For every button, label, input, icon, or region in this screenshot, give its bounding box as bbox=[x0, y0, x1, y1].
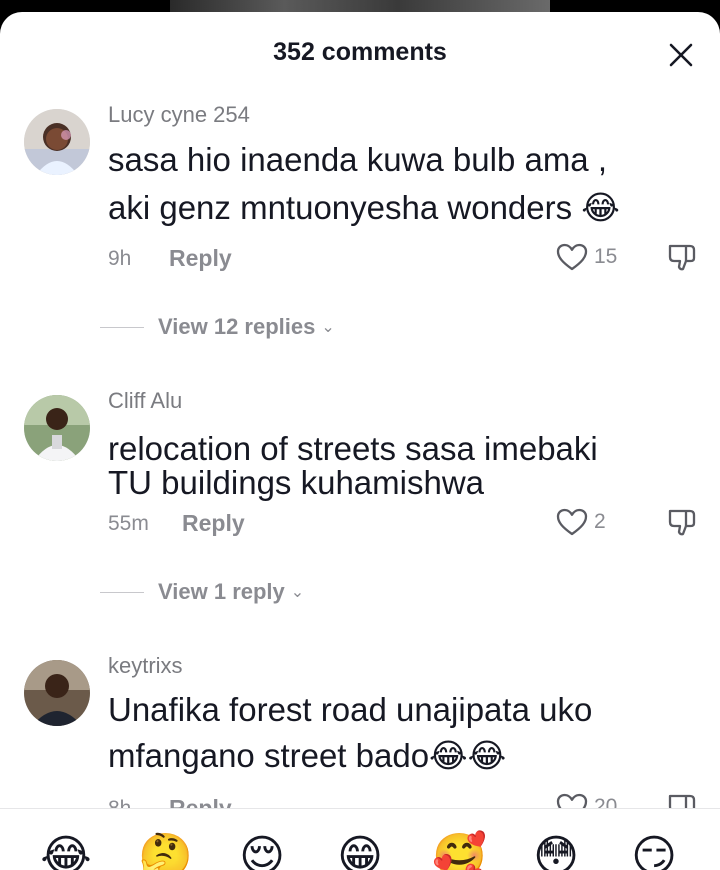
like-button[interactable]: 15 bbox=[556, 242, 617, 272]
emoji-tears-of-joy[interactable]: 😂 bbox=[40, 831, 92, 870]
close-icon bbox=[669, 43, 693, 67]
emoji-smirk[interactable]: 😏 bbox=[628, 831, 680, 870]
comment-text-line: aki genz mntuonyesha wonders 😂 bbox=[108, 189, 620, 226]
avatar[interactable] bbox=[24, 660, 90, 726]
heart-icon bbox=[556, 243, 588, 271]
comment-time: 9h bbox=[108, 247, 132, 270]
view-replies-button[interactable]: View 1 reply ⌄ bbox=[100, 579, 304, 605]
comment-text-line: mfangano street bado😂😂 bbox=[108, 737, 507, 774]
view-replies-label: View 1 reply bbox=[158, 579, 285, 604]
divider-line bbox=[100, 326, 144, 328]
heart-icon bbox=[556, 508, 588, 536]
comment-username[interactable]: Cliff Alu bbox=[108, 388, 182, 414]
dislike-button[interactable] bbox=[666, 242, 698, 274]
emoji-smiling-hearts[interactable]: 🥰 bbox=[432, 831, 487, 870]
reply-button[interactable]: Reply bbox=[169, 245, 232, 272]
comments-sheet: 352 comments Lucy cyne 254 sasa hio inae… bbox=[0, 12, 720, 870]
emoji-grinning[interactable]: 😁 bbox=[334, 831, 386, 870]
chevron-down-icon: ⌄ bbox=[321, 319, 335, 336]
divider-line bbox=[100, 591, 144, 593]
sheet-header: 352 comments bbox=[0, 12, 720, 92]
comment-text: Unafika forest road unajipata uko mfanga… bbox=[108, 690, 698, 776]
comment-username[interactable]: Lucy cyne 254 bbox=[108, 102, 250, 128]
dislike-icon bbox=[668, 244, 696, 271]
like-count: 15 bbox=[594, 245, 618, 268]
dislike-icon bbox=[668, 509, 696, 536]
view-replies-label: View 12 replies bbox=[158, 314, 316, 339]
comment-text: sasa hio inaenda kuwa bulb ama , aki gen… bbox=[108, 140, 698, 228]
avatar[interactable] bbox=[24, 109, 90, 175]
emoji-flushed[interactable]: 😳 bbox=[530, 831, 582, 870]
close-button[interactable] bbox=[666, 40, 696, 70]
comment-text-line: TU buildings kuhamishwa bbox=[108, 464, 485, 501]
comments-count-title: 352 comments bbox=[273, 38, 447, 66]
comment-text-line: Unafika forest road unajipata uko bbox=[108, 691, 593, 728]
chevron-down-icon: ⌄ bbox=[290, 584, 305, 601]
comment-time: 55m bbox=[108, 512, 149, 535]
dislike-button[interactable] bbox=[666, 507, 698, 539]
like-button[interactable]: 2 bbox=[556, 507, 606, 537]
like-count: 2 bbox=[594, 510, 606, 533]
emoji-quick-bar: 😂 🤔 😌 😁 🥰 😳 😏 bbox=[0, 808, 720, 870]
avatar[interactable] bbox=[24, 395, 90, 461]
comment-text: relocation of streets sasa imebaki TU bu… bbox=[108, 429, 698, 503]
emoji-relieved[interactable]: 😌 bbox=[236, 831, 288, 870]
emoji-thinking[interactable]: 🤔 bbox=[138, 831, 193, 870]
view-replies-button[interactable]: View 12 replies ⌄ bbox=[100, 314, 335, 340]
comment-username[interactable]: keytrixs bbox=[108, 653, 183, 679]
comment-text-line: sasa hio inaenda kuwa bulb ama , bbox=[108, 141, 607, 178]
reply-button[interactable]: Reply bbox=[182, 510, 245, 537]
